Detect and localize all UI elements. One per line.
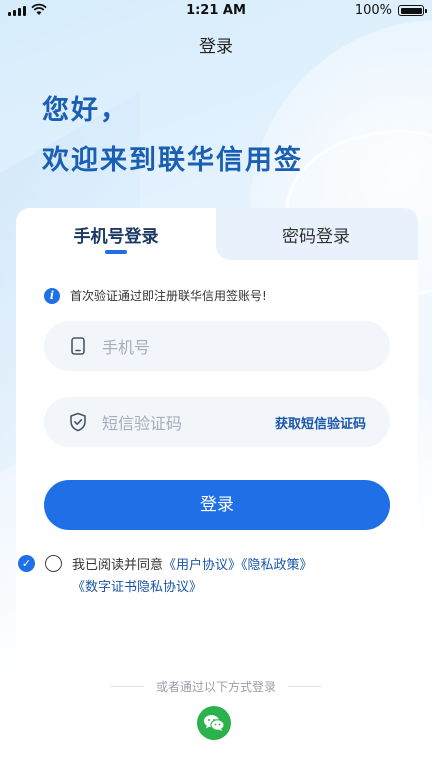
- login-tabs: 手机号登录 密码登录: [16, 208, 418, 264]
- battery-icon: [398, 5, 427, 16]
- wechat-login-button[interactable]: [197, 706, 231, 740]
- tab-password-login[interactable]: 密码登录: [216, 222, 416, 247]
- phone-input[interactable]: 手机号: [44, 321, 390, 371]
- page-title: 登录: [199, 37, 233, 57]
- phone-placeholder: 手机号: [102, 338, 151, 357]
- register-hint-text: 首次验证通过即注册联华信用签账号!: [70, 289, 267, 303]
- sms-code-input[interactable]: 短信验证码 获取短信验证码: [44, 397, 390, 447]
- cert-privacy-link[interactable]: 《数字证书隐私协议》: [72, 580, 202, 595]
- shield-check-icon: [68, 412, 88, 432]
- agreement-text-line-1: 我已阅读并同意《用户协议》《隐私政策》: [72, 554, 313, 573]
- divider-line: [109, 686, 144, 687]
- active-tab-indicator: [105, 250, 127, 254]
- info-icon: i: [44, 287, 60, 304]
- check-icon: ✓: [18, 555, 35, 572]
- greeting-line-2: 欢迎来到联华信用签: [42, 145, 303, 176]
- login-button[interactable]: 登录: [44, 480, 390, 530]
- agreement-checkbox[interactable]: [45, 555, 62, 572]
- phone-icon: [68, 336, 88, 356]
- agreement-row: ✓ 我已阅读并同意《用户协议》《隐私政策》 《数字证书隐私协议》: [18, 553, 418, 597]
- divider-line: [288, 686, 322, 687]
- battery-percentage: 100%: [354, 3, 392, 18]
- greeting-line-1: 您好，: [42, 95, 129, 126]
- sms-code-placeholder: 短信验证码: [102, 414, 183, 433]
- privacy-policy-link[interactable]: 《隐私政策》: [241, 558, 313, 573]
- agreement-prefix: 我已阅读并同意: [72, 558, 164, 573]
- wechat-icon: [204, 715, 225, 731]
- user-agreement-link[interactable]: 《用户协议》: [163, 558, 241, 573]
- status-bar: 1:21 AM 100%: [0, 0, 432, 22]
- alt-login-text: 或者通过以下方式登录: [155, 680, 276, 694]
- tab-phone-login[interactable]: 手机号登录: [16, 222, 216, 247]
- register-hint: i 首次验证通过即注册联华信用签账号!: [44, 287, 267, 304]
- alt-login-divider: 或者通过以下方式登录: [0, 678, 432, 695]
- get-sms-code-button[interactable]: 获取短信验证码: [275, 413, 366, 432]
- agreement-text-line-2: 《数字证书隐私协议》: [72, 576, 202, 595]
